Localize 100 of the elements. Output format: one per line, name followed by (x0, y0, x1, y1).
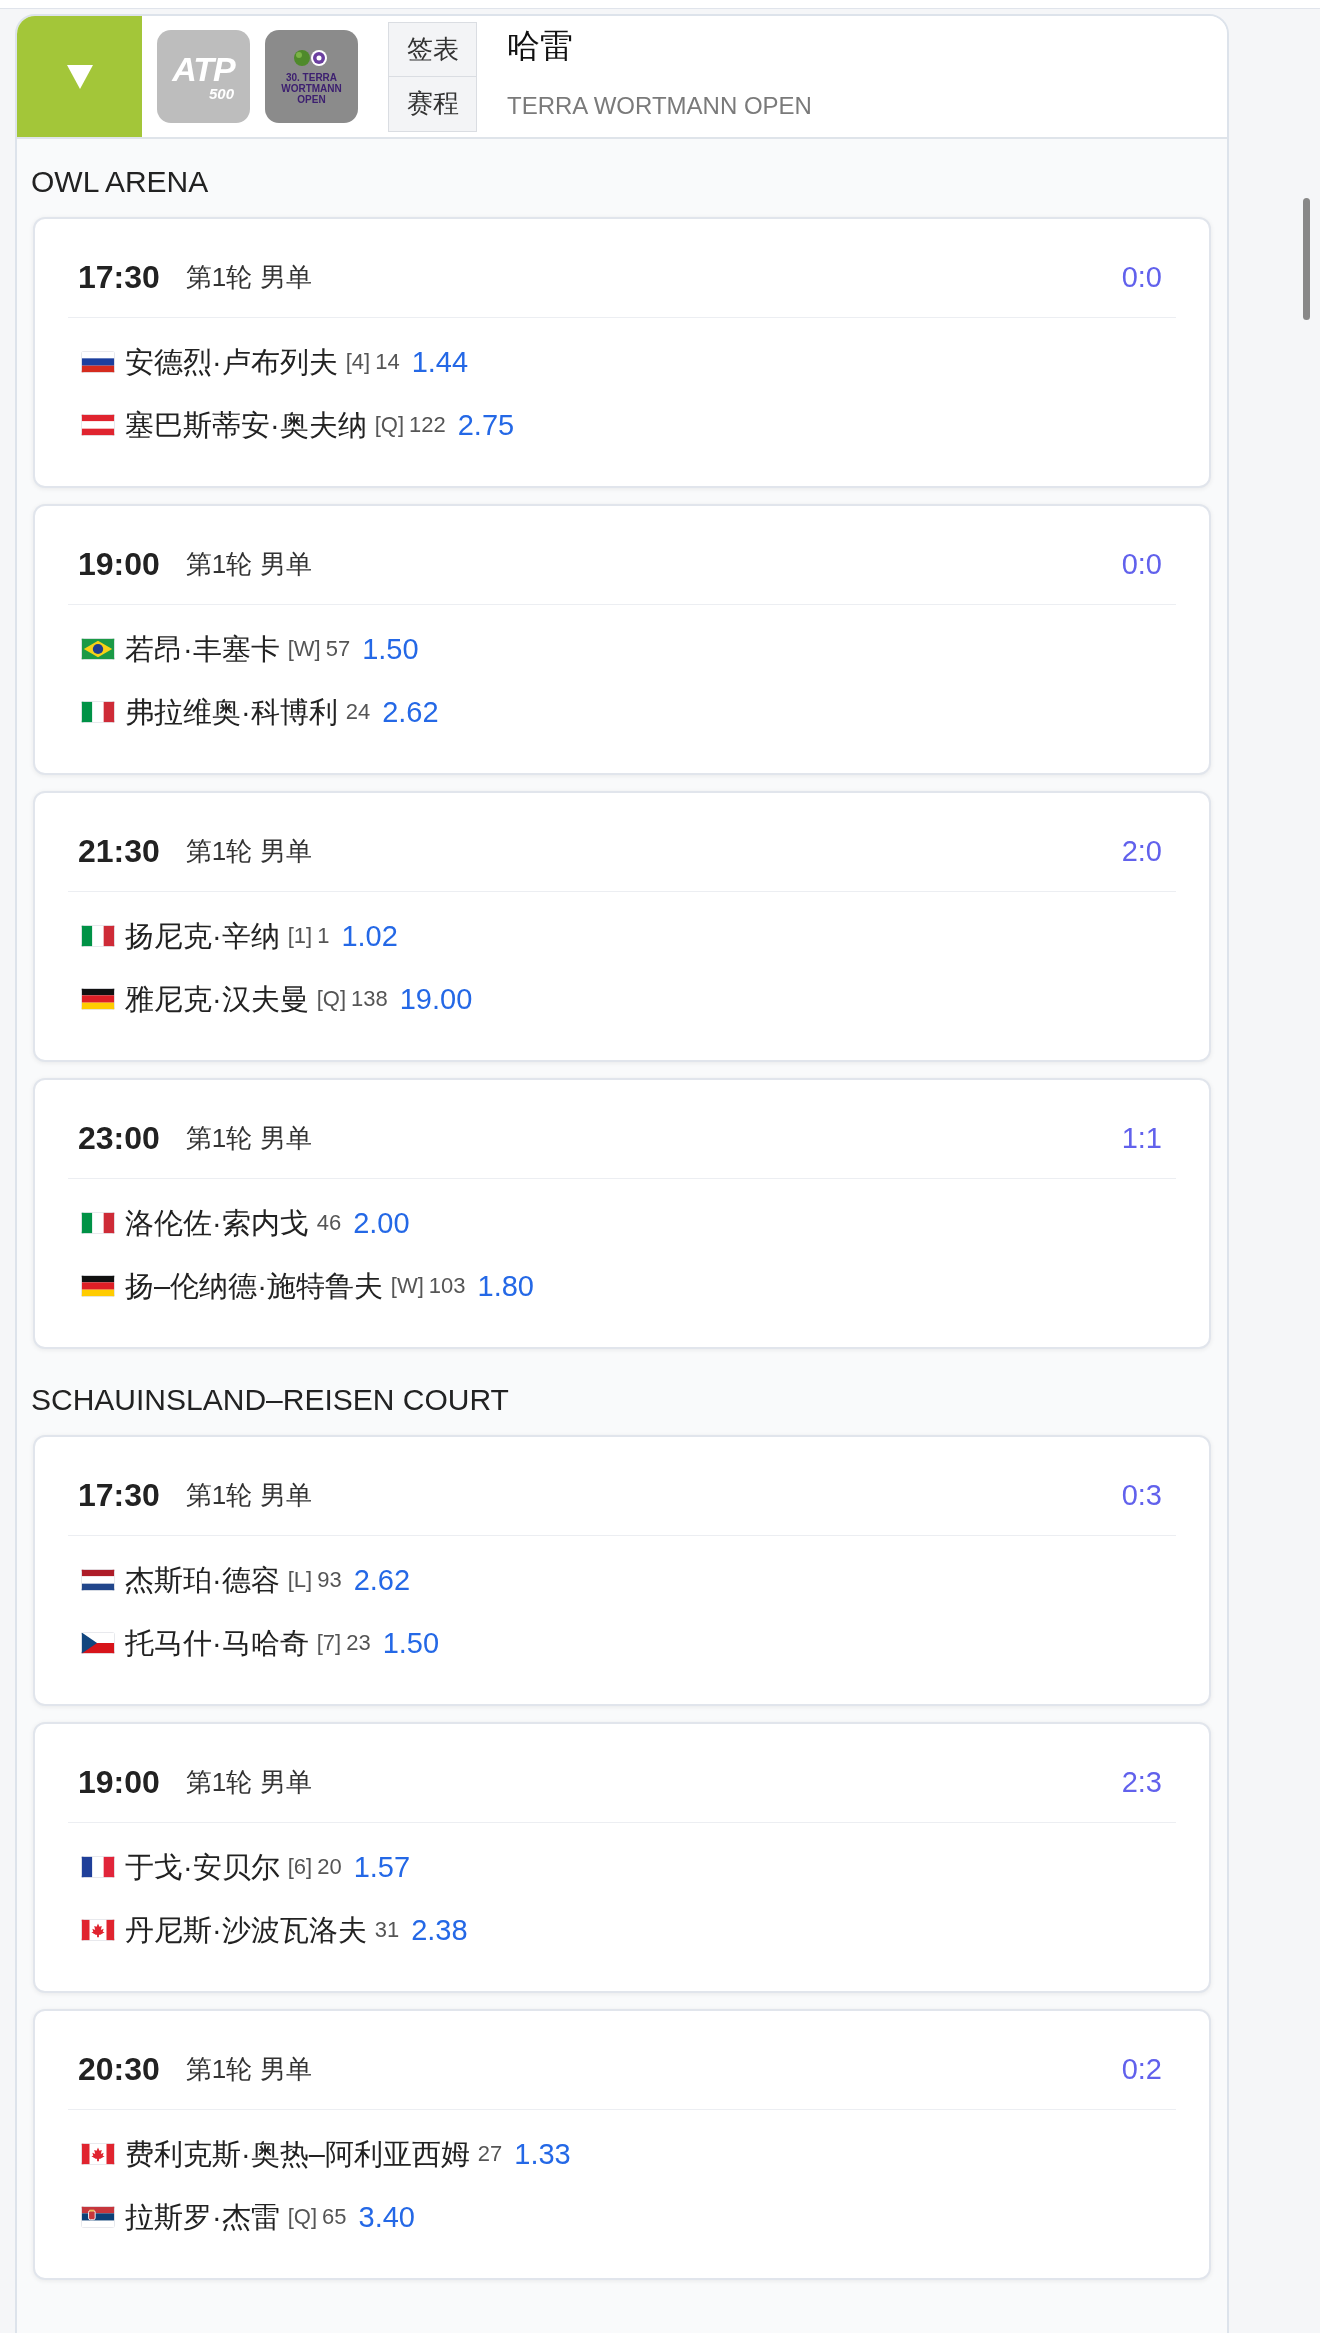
player-odds: 2.38 (411, 1913, 468, 1948)
player-rank: 27 (477, 2140, 503, 2168)
match-time: 19:00 (78, 1762, 160, 1802)
french-flag-icon (81, 1856, 115, 1878)
match-round: 第1轮 男单 (185, 1765, 312, 1799)
player-odds: 2.62 (353, 1563, 411, 1598)
logo-caption: 30. TERRA WORTMANN OPEN (280, 72, 343, 105)
player-odds: 1.50 (382, 1626, 440, 1661)
russian-flag-icon (81, 351, 115, 373)
player-name: 于戈·安贝尔 (125, 1850, 280, 1885)
german-flag-icon (81, 988, 115, 1010)
brazilian-flag-icon (81, 638, 115, 660)
player-seed: [W] (287, 635, 321, 663)
player-rank: 23 (346, 1629, 371, 1657)
player-seed: [6] (287, 1853, 313, 1881)
player-seed: [L] (287, 1566, 313, 1594)
player-rank: 138 (351, 985, 388, 1013)
match-time: 23:00 (78, 1118, 160, 1158)
player-seed: [Q] (316, 985, 346, 1013)
match-round: 第1轮 男单 (185, 1121, 312, 1155)
match-round: 第1轮 男单 (185, 2052, 312, 2086)
player-seed: [Q] (287, 2203, 317, 2231)
player-name: 扬–伦纳德·施特鲁夫 (125, 1269, 383, 1304)
german-flag-icon (81, 1275, 115, 1297)
tournament-name: TERRA WORTMANN OPEN (507, 91, 812, 121)
player-seed: [Q] (374, 411, 404, 439)
austrian-flag-icon (81, 414, 115, 436)
player-rank: 65 (322, 2203, 347, 2231)
player-rank: 103 (428, 1272, 466, 1300)
player-rank: 20 (317, 1853, 342, 1881)
match-card[interactable]: 19:00 第1轮 男单 0:0 若昂·丰塞卡 [W] 57 1.50 弗拉维奥·科博利 24 2.62 (33, 504, 1211, 775)
player-seed: [7] (316, 1629, 342, 1657)
player-name: 弗拉维奥·科博利 (125, 695, 338, 730)
player-name: 托马什·马哈奇 (125, 1626, 309, 1661)
match-score: 0:3 (1121, 1477, 1162, 1513)
canadian-flag-icon (81, 1919, 115, 1941)
dutch-flag-icon (81, 1569, 115, 1591)
player-seed: [4] (345, 348, 371, 376)
nav-button[interactable]: 签表 (388, 21, 477, 77)
match-card[interactable]: 17:30 第1轮 男单 0:0 安德烈·卢布列夫 [4] 14 1.44 塞巴斯蒂安·奥夫纳 [Q] 122 2.75 (33, 217, 1211, 488)
player-name: 洛伦佐·索内戈 (125, 1206, 309, 1241)
match-score: 2:0 (1121, 833, 1162, 869)
czech-flag-icon (81, 1632, 115, 1654)
player-rank: 122 (409, 411, 446, 439)
match-round: 第1轮 男单 (185, 547, 312, 581)
match-time: 17:30 (78, 257, 160, 297)
logo-number: 500 (208, 86, 234, 101)
player-odds: 2.62 (382, 695, 439, 730)
player-name: 杰斯珀·德容 (125, 1563, 280, 1598)
player-rank: 1 (317, 922, 330, 950)
collapse-toggle[interactable] (17, 16, 142, 137)
player-rank: 46 (316, 1209, 342, 1237)
player-odds: 1.02 (341, 919, 398, 954)
player-name: 扬尼克·辛纳 (125, 919, 280, 954)
tournament-city: 哈雷 (507, 26, 574, 66)
player-name: 若昂·丰塞卡 (125, 632, 280, 667)
player-odds: 1.33 (514, 2137, 571, 2172)
match-time: 19:00 (78, 544, 160, 584)
match-round: 第1轮 男单 (185, 1478, 312, 1512)
match-score: 0:0 (1121, 546, 1162, 582)
player-odds: 19.00 (399, 982, 473, 1017)
player-seed: [1] (287, 922, 313, 950)
match-card[interactable]: 20:30 第1轮 男单 0:2 费利克斯·奥热–阿利亚西姆 27 1.33 拉斯罗·杰雷 [Q] 65 3.40 (33, 2009, 1211, 2280)
italian-flag-icon (81, 925, 115, 947)
match-score: 0:2 (1121, 2051, 1162, 2087)
player-name: 费利克斯·奥热–阿利亚西姆 (125, 2137, 470, 2172)
match-time: 20:30 (78, 2049, 160, 2089)
player-rank: 24 (345, 698, 371, 726)
player-odds: 1.44 (411, 345, 469, 380)
italian-flag-icon (81, 1212, 115, 1234)
match-card[interactable]: 19:00 第1轮 男单 2:3 于戈·安贝尔 [6] 20 1.57 丹尼斯·沙波瓦洛夫 31 2.38 (33, 1722, 1211, 1993)
player-odds: 2.00 (353, 1206, 410, 1241)
match-time: 21:30 (78, 831, 160, 871)
italian-flag-icon (81, 701, 115, 723)
match-round: 第1轮 男单 (185, 834, 312, 868)
match-card[interactable]: 21:30 第1轮 男单 2:0 扬尼克·辛纳 [1] 1 1.02 雅尼克·汉夫曼 [Q] 138 19.00 (33, 791, 1211, 1062)
serbian-flag-icon (81, 2206, 115, 2228)
player-name: 拉斯罗·杰雷 (125, 2200, 280, 2235)
match-card[interactable]: 17:30 第1轮 男单 0:3 杰斯珀·德容 [L] 93 2.62 托马什·马哈奇 [7] 23 1.50 (33, 1435, 1211, 1706)
match-card[interactable]: 23:00 第1轮 男单 1:1 洛伦佐·索内戈 46 2.00 扬–伦纳德·施特鲁夫 [W] 103 1.80 (33, 1078, 1211, 1349)
player-odds: 1.80 (477, 1269, 534, 1304)
match-score: 0:0 (1121, 259, 1162, 295)
player-name: 雅尼克·汉夫曼 (125, 982, 309, 1017)
player-rank: 57 (325, 635, 351, 663)
scrollbar[interactable] (1303, 198, 1310, 320)
player-name: 塞巴斯蒂安·奥夫纳 (125, 408, 367, 443)
logo-wordmark: ATP (172, 52, 235, 86)
player-odds: 1.57 (353, 1850, 411, 1885)
nav-button[interactable]: 赛程 (388, 76, 477, 132)
player-rank: 14 (375, 348, 400, 376)
match-round: 第1轮 男单 (185, 260, 312, 294)
player-odds: 1.50 (362, 632, 419, 667)
court-name: OWL ARENA (31, 164, 209, 200)
match-score: 1:1 (1121, 1120, 1162, 1156)
player-odds: 3.40 (358, 2200, 415, 2235)
match-score: 2:3 (1121, 1764, 1162, 1800)
player-rank: 31 (374, 1916, 400, 1944)
canadian-flag-icon (81, 2143, 115, 2165)
player-name: 安德烈·卢布列夫 (125, 345, 338, 380)
player-seed: [W] (390, 1272, 424, 1300)
